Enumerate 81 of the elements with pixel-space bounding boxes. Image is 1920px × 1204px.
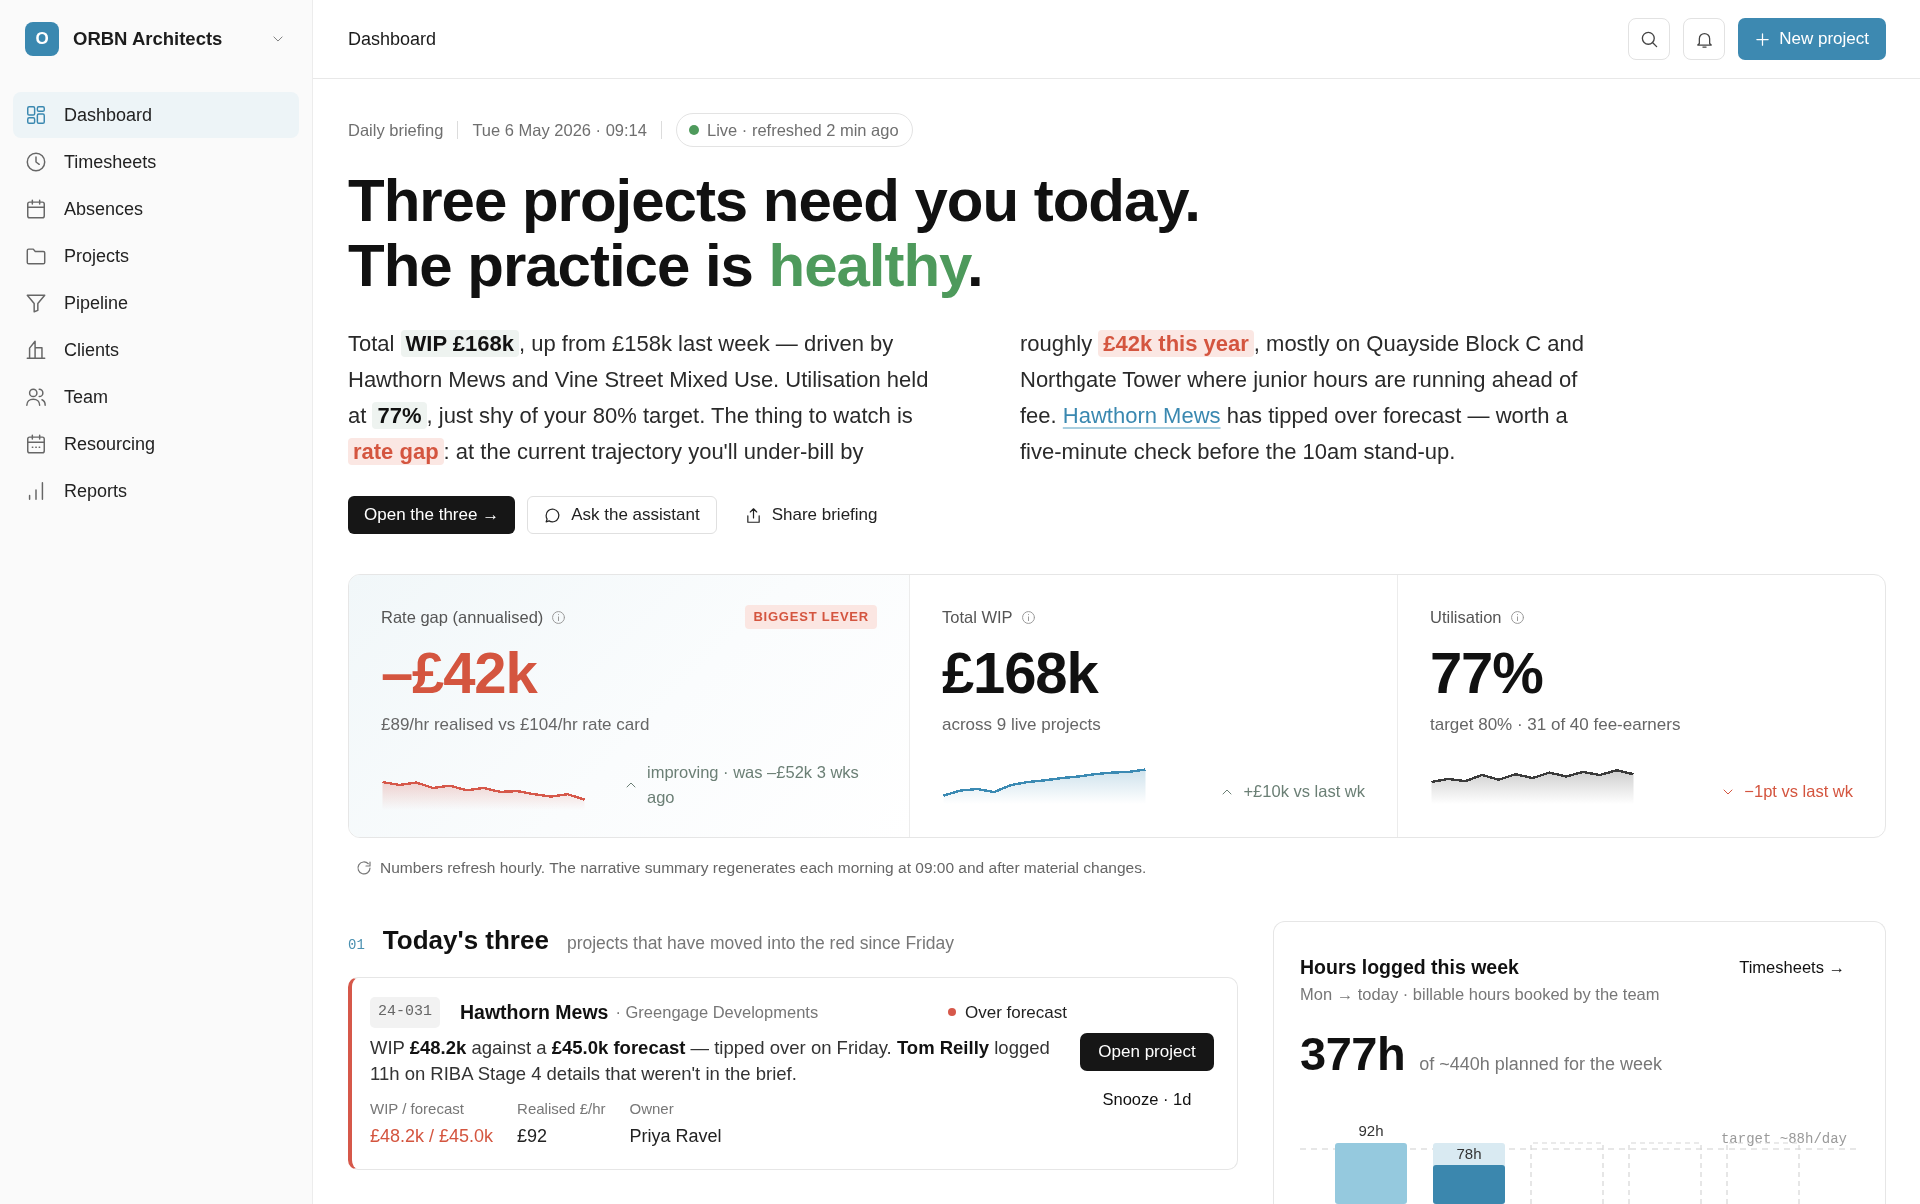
sidebar-item[interactable]: Team xyxy=(13,374,299,420)
trend-text: improving · was –£52k 3 wks ago xyxy=(647,762,860,808)
new-project-button[interactable]: New project xyxy=(1738,18,1886,60)
snooze-button[interactable]: Snooze · 1d xyxy=(1102,1086,1192,1112)
kpi-value: 77% xyxy=(1430,641,1544,705)
sidebar-item[interactable]: Projects xyxy=(13,233,299,279)
kpi-value: –£42k xyxy=(381,641,539,705)
trend-text: −1pt vs last wk xyxy=(1744,781,1853,802)
sidebar-item[interactable]: Timesheets xyxy=(13,139,299,185)
calendar-icon xyxy=(25,198,47,220)
open-project-button[interactable]: Open project xyxy=(1080,1032,1214,1071)
day-bar xyxy=(1433,1165,1505,1204)
hours-total: 377h xyxy=(1300,1029,1406,1080)
workspace-logo: O xyxy=(25,22,59,56)
briefing-summary: roughly £42k this year , mostly on Quayside Block C and Northgate Tower where junior hours are running ahead of fee. Hawthorn Mews has tipped over forecast — worth a five-minute check before the 10am stand-up. xyxy=(1020,329,1585,466)
folder-icon xyxy=(25,245,47,267)
bar-value-label: 78h xyxy=(1456,1145,1482,1162)
open-the-three-button[interactable]: Open the three → xyxy=(348,496,516,534)
project-summary: WIP £48.2k against a £45.0k forecast — tipped over on Friday. Tom Reilly logged 11h on RIBA Stage 4 details that weren't in the brief. xyxy=(370,1036,1051,1087)
day-bar xyxy=(1335,1143,1407,1204)
search-button[interactable] xyxy=(1628,18,1671,60)
priority-tag: BIGGEST LEVER xyxy=(745,604,877,630)
info-icon xyxy=(1509,609,1525,625)
section-subtitle: projects that have moved into the red since Friday xyxy=(566,932,955,956)
sidebar-item[interactable]: Pipeline xyxy=(13,280,299,326)
people-icon xyxy=(25,386,47,408)
refresh-icon xyxy=(356,859,372,876)
sidebar-item[interactable]: Reports xyxy=(13,468,299,514)
card-subtitle: Mon → today · billable hours booked by the team xyxy=(1300,984,1661,1006)
project-client: · Greengage Developments xyxy=(615,1001,819,1023)
kpi-label: Total WIP xyxy=(942,606,1013,628)
briefing-label: Daily briefing xyxy=(348,119,444,141)
metric-value: £92 xyxy=(517,1125,549,1148)
metric-value: Priya Ravel xyxy=(629,1125,722,1148)
sidebar-item[interactable]: Clients xyxy=(13,327,299,373)
section-number: 01 xyxy=(348,936,365,956)
metric-label: WIP / forecast xyxy=(370,1099,465,1120)
sidebar-item[interactable]: Dashboard xyxy=(13,92,299,138)
building-icon xyxy=(25,339,47,361)
notifications-button[interactable] xyxy=(1683,18,1726,60)
page-title: Dashboard xyxy=(348,27,437,51)
info-icon xyxy=(551,609,567,625)
hours-note: of ~440h planned for the week xyxy=(1419,1053,1662,1077)
metric-label: Realised £/hr xyxy=(517,1099,606,1120)
headline: Three projects need you today. The practice is healthy. xyxy=(348,168,1201,298)
kpi-value: £168k xyxy=(942,641,1100,705)
timesheets-link[interactable]: Timesheets → xyxy=(1725,951,1859,983)
sidebar-item[interactable]: Resourcing xyxy=(13,421,299,467)
kpi-detail: across 9 live projects xyxy=(942,714,1102,736)
calendar-icon xyxy=(25,433,47,455)
plus-icon xyxy=(1755,31,1771,47)
metric-value: £48.2k / £45.0k xyxy=(370,1125,494,1148)
info-icon xyxy=(1020,609,1036,625)
workspace-name[interactable]: ORBN Architects xyxy=(73,25,223,53)
kpi-detail: target 80% · 31 of 40 fee-earners xyxy=(1430,714,1682,736)
project-status: Over forecast xyxy=(964,1001,1067,1024)
bar-value-label: 92h xyxy=(1358,1122,1384,1139)
project-name[interactable]: Hawthorn Mews xyxy=(460,997,609,1027)
dashboard-grid-icon xyxy=(25,104,47,126)
project-code: 24-031 xyxy=(370,997,440,1028)
card-title: Hours logged this week xyxy=(1300,954,1519,980)
kpi-label: Utilisation xyxy=(1430,606,1502,628)
share-briefing-button[interactable]: Share briefing xyxy=(728,496,894,534)
share-icon xyxy=(744,506,762,524)
section-title: Today's three xyxy=(382,924,549,958)
briefing-summary: Total WIP £168k , up from £158k last week — driven by Hawthorn Mews and Vine Street Mixed Use. Utilisation held at 77% , just shy of your 80% target. The thing to watch is rate gap : at the current trajectory you'll under-bill by xyxy=(348,329,930,467)
kpi-label: Rate gap (annualised) xyxy=(381,606,544,628)
trend-text: +£10k vs last wk xyxy=(1243,781,1365,802)
inline-link[interactable]: Hawthorn Mews xyxy=(1062,403,1221,428)
funnel-icon xyxy=(25,292,47,314)
search-icon xyxy=(1639,29,1659,49)
briefing-timestamp: Tue 6 May 2026 · 09:14 xyxy=(472,119,647,141)
kpi-detail: £89/hr realised vs £104/hr rate card xyxy=(381,714,651,736)
sidebar-item[interactable]: Absences xyxy=(13,186,299,232)
ask-assistant-button[interactable]: Ask the assistant xyxy=(527,496,717,534)
status-text: Live · refreshed 2 min ago xyxy=(706,119,899,141)
target-label: target ~88h/day xyxy=(1720,1131,1847,1147)
clock-icon xyxy=(25,151,47,173)
chat-bubble-icon xyxy=(544,506,562,524)
refresh-note: Numbers refresh hourly. The narrative summary regenerates each morning at 09:00 and after material changes. xyxy=(380,858,1147,878)
metric-label: Owner xyxy=(629,1099,675,1120)
